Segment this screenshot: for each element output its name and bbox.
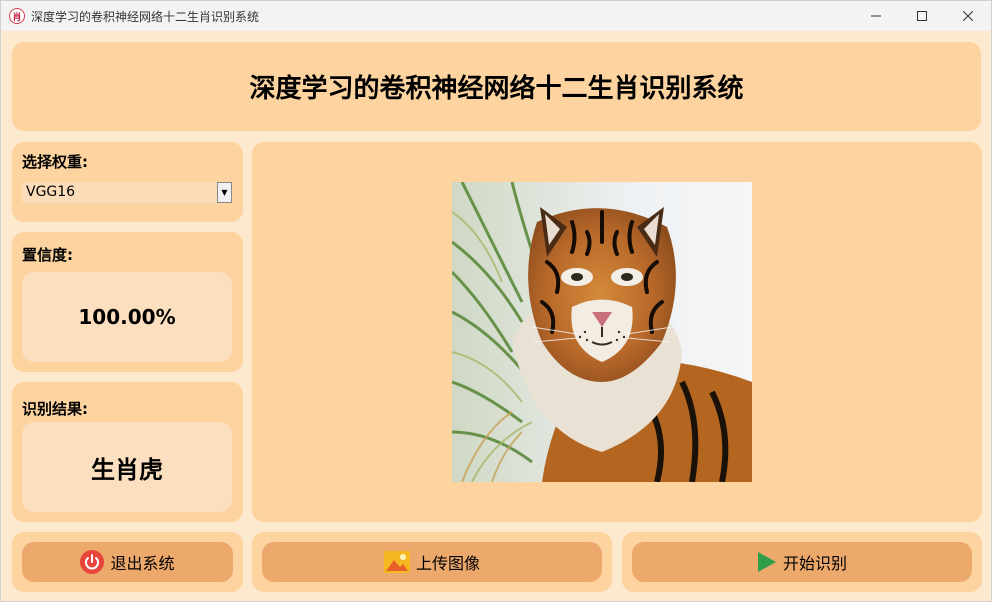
- weights-selected-value: VGG16: [26, 184, 76, 200]
- start-panel: 开始识别: [622, 532, 982, 592]
- close-button[interactable]: [945, 1, 991, 31]
- close-icon: [963, 11, 973, 21]
- confidence-value-box: 100.00%: [22, 272, 232, 362]
- start-label: 开始识别: [782, 554, 847, 573]
- weights-select[interactable]: VGG16 ▼: [22, 182, 232, 203]
- exit-button[interactable]: 退出系统: [22, 542, 233, 582]
- app-window: 肖 深度学习的卷积神经网络十二生肖识别系统 深度学习的卷积神经网络十二生肖识别系…: [0, 0, 992, 602]
- upload-panel: 上传图像: [252, 532, 612, 592]
- maximize-button[interactable]: [899, 1, 945, 31]
- window-title: 深度学习的卷积神经网络十二生肖识别系统: [31, 9, 260, 24]
- confidence-label: 置信度:: [22, 246, 73, 264]
- page-title: 深度学习的卷积神经网络十二生肖识别系统: [249, 74, 744, 104]
- image-icon: [383, 551, 410, 573]
- exit-label: 退出系统: [110, 554, 175, 573]
- weights-label: 选择权重:: [22, 153, 88, 171]
- result-label: 识别结果:: [22, 400, 88, 418]
- app-logo-icon: 肖: [9, 8, 25, 24]
- minimize-icon: [871, 15, 881, 17]
- confidence-value: 100.00%: [78, 305, 176, 329]
- tiger-image: [452, 182, 752, 482]
- upload-button[interactable]: 上传图像: [262, 542, 602, 582]
- title-bar[interactable]: 肖 深度学习的卷积神经网络十二生肖识别系统: [1, 1, 991, 31]
- confidence-panel: 置信度: 100.00%: [12, 232, 243, 372]
- result-value: 生肖虎: [91, 455, 163, 484]
- minimize-button[interactable]: [853, 1, 899, 31]
- chevron-down-icon[interactable]: ▼: [217, 182, 232, 203]
- upload-label: 上传图像: [415, 554, 480, 573]
- start-button[interactable]: 开始识别: [632, 542, 972, 582]
- result-value-box: 生肖虎: [22, 422, 232, 512]
- header-panel: 深度学习的卷积神经网络十二生肖识别系统: [12, 42, 981, 131]
- play-icon: [757, 552, 776, 572]
- exit-panel: 退出系统: [12, 532, 243, 592]
- power-icon: [80, 550, 105, 574]
- image-panel: [252, 142, 982, 522]
- weights-panel: 选择权重: VGG16 ▼: [12, 142, 243, 222]
- result-panel: 识别结果: 生肖虎: [12, 382, 243, 522]
- maximize-icon: [917, 11, 927, 21]
